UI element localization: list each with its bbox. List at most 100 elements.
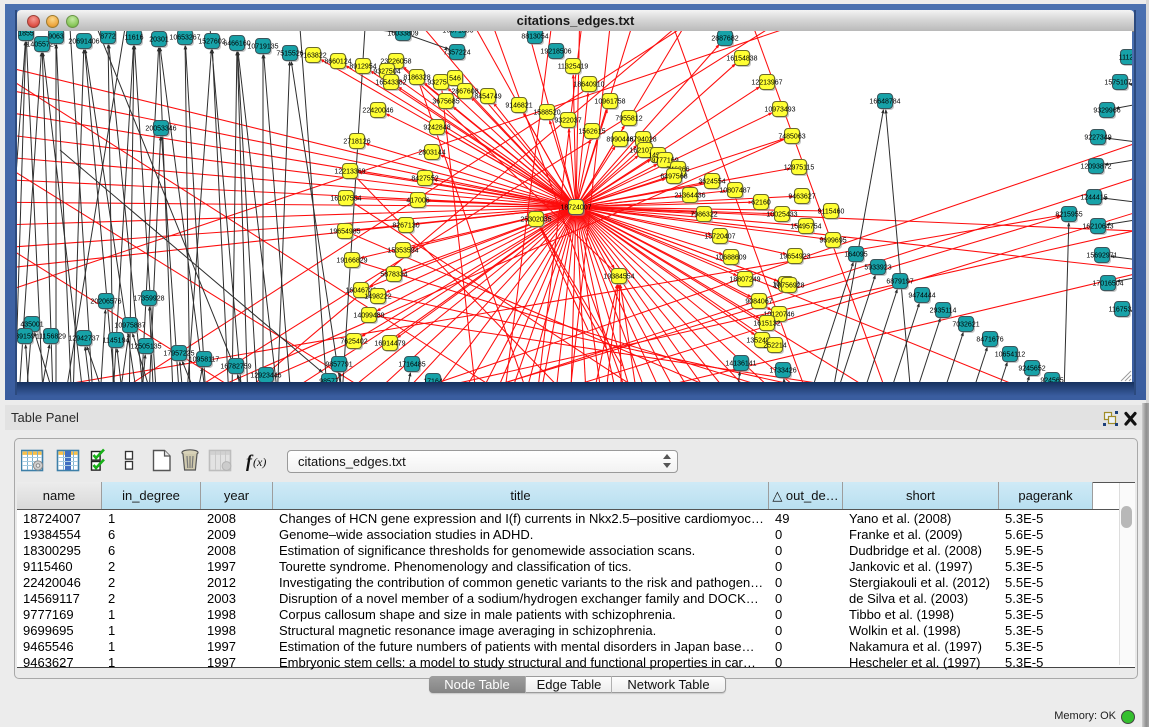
svg-text:8427552: 8427552 bbox=[411, 176, 438, 183]
svg-text:8215955: 8215955 bbox=[1055, 212, 1082, 219]
svg-text:8772: 8772 bbox=[100, 34, 116, 41]
svg-text:62160: 62160 bbox=[751, 200, 771, 207]
svg-text:2935114: 2935114 bbox=[930, 308, 957, 315]
svg-text:10961758: 10961758 bbox=[594, 99, 625, 106]
svg-text:20691406: 20691406 bbox=[68, 39, 99, 46]
svg-text:10719135: 10719135 bbox=[247, 44, 278, 51]
svg-text:9857791: 9857791 bbox=[325, 362, 352, 369]
svg-text:9084067: 9084067 bbox=[745, 299, 772, 306]
svg-text:14136141: 14136141 bbox=[725, 361, 756, 368]
svg-text:16648784: 16648784 bbox=[869, 99, 900, 106]
svg-text:7955812: 7955812 bbox=[615, 116, 642, 123]
svg-text:10975887: 10975887 bbox=[114, 323, 145, 330]
svg-text:9474444: 9474444 bbox=[908, 293, 935, 300]
svg-text:15353594: 15353594 bbox=[387, 248, 418, 255]
svg-text:19654985: 19654985 bbox=[329, 229, 360, 236]
svg-text:1167533: 1167533 bbox=[1109, 307, 1132, 314]
svg-text:12942737: 12942737 bbox=[68, 336, 99, 343]
svg-text:9146821: 9146821 bbox=[505, 103, 532, 110]
svg-text:10688609: 10688609 bbox=[715, 255, 746, 262]
svg-text:1562615: 1562615 bbox=[578, 129, 605, 136]
svg-text:17359928: 17359928 bbox=[133, 296, 164, 303]
svg-text:9242848: 9242848 bbox=[423, 125, 450, 132]
svg-text:5878334: 5878334 bbox=[380, 272, 407, 279]
svg-text:19654923: 19654923 bbox=[779, 254, 810, 261]
svg-text:1615132: 1615132 bbox=[753, 321, 780, 328]
svg-text:15495754: 15495754 bbox=[790, 224, 821, 231]
svg-text:7163822: 7163822 bbox=[299, 53, 326, 60]
svg-text:10958117: 10958117 bbox=[189, 357, 220, 364]
svg-text:9329966: 9329966 bbox=[1093, 108, 1120, 115]
svg-text:1588520: 1588520 bbox=[533, 110, 560, 117]
svg-text:9322037: 9322037 bbox=[554, 118, 581, 125]
svg-text:14099489: 14099489 bbox=[353, 313, 384, 320]
svg-text:10025433: 10025433 bbox=[766, 212, 797, 219]
svg-text:2718126: 2718126 bbox=[343, 139, 370, 146]
svg-text:22420046: 22420046 bbox=[362, 108, 393, 115]
svg-text:3624554: 3624554 bbox=[698, 179, 725, 186]
svg-text:2887682: 2887682 bbox=[711, 36, 738, 43]
svg-text:10653267: 10653267 bbox=[169, 35, 200, 42]
svg-text:7485063: 7485063 bbox=[778, 134, 805, 141]
svg-text:10654112: 10654112 bbox=[995, 352, 1026, 359]
svg-text:10807487: 10807487 bbox=[719, 188, 750, 195]
svg-text:20301: 20301 bbox=[149, 37, 169, 44]
svg-text:1855: 1855 bbox=[18, 31, 34, 38]
svg-text:19166829: 19166829 bbox=[336, 258, 367, 265]
svg-text:12975115: 12975115 bbox=[784, 165, 815, 172]
svg-text:11616: 11616 bbox=[125, 35, 144, 42]
svg-text:16154838: 16154838 bbox=[726, 56, 757, 63]
svg-text:11156829: 11156829 bbox=[36, 334, 66, 341]
svg-text:164095: 164095 bbox=[844, 252, 867, 259]
svg-text:18724007: 18724007 bbox=[560, 205, 591, 212]
svg-text:39159: 39159 bbox=[17, 334, 35, 341]
svg-text:10973493: 10973493 bbox=[764, 107, 795, 114]
svg-text:1145194: 1145194 bbox=[103, 338, 130, 345]
svg-text:17164: 17164 bbox=[423, 379, 443, 383]
svg-text:16914479: 16914479 bbox=[374, 341, 405, 348]
svg-text:16543382: 16543382 bbox=[375, 80, 406, 87]
svg-text:15692971: 15692971 bbox=[1086, 253, 1117, 260]
svg-text:9245652: 9245652 bbox=[1018, 366, 1045, 373]
svg-text:20053346: 20053346 bbox=[145, 126, 176, 133]
svg-text:12213967: 12213967 bbox=[751, 80, 782, 87]
svg-text:7625402: 7625402 bbox=[340, 339, 367, 346]
svg-text:8454749: 8454749 bbox=[474, 94, 501, 101]
svg-text:21364436: 21364436 bbox=[674, 193, 705, 200]
svg-text:15720407: 15720407 bbox=[704, 234, 735, 241]
svg-text:20206576: 20206576 bbox=[90, 299, 121, 306]
svg-text:18640910: 18640910 bbox=[573, 82, 604, 89]
svg-text:417006: 417006 bbox=[406, 198, 429, 205]
svg-text:6879197: 6879197 bbox=[886, 279, 913, 286]
svg-text:12213369: 12213369 bbox=[334, 169, 365, 176]
svg-text:(x): (x) bbox=[253, 455, 266, 469]
svg-text:2803144: 2803144 bbox=[418, 150, 445, 157]
svg-text:12923446: 12923446 bbox=[250, 373, 281, 380]
svg-text:1527602: 1527602 bbox=[198, 39, 225, 46]
svg-text:1716485: 1716485 bbox=[398, 362, 425, 369]
svg-text:1733426: 1733426 bbox=[769, 368, 796, 375]
svg-text:18807249: 18807249 bbox=[729, 277, 760, 284]
svg-text:8660124: 8660124 bbox=[324, 59, 351, 66]
svg-text:7357224: 7357224 bbox=[443, 50, 470, 57]
svg-text:19218506: 19218506 bbox=[540, 49, 571, 56]
svg-text:12093872: 12093872 bbox=[1080, 164, 1111, 171]
svg-text:252214: 252214 bbox=[763, 343, 786, 350]
svg-text:924565: 924565 bbox=[1040, 378, 1063, 383]
svg-text:9115460: 9115460 bbox=[818, 209, 845, 216]
svg-text:11325419: 11325419 bbox=[558, 64, 589, 71]
svg-text:7032621: 7032621 bbox=[952, 322, 979, 329]
svg-text:8813054: 8813054 bbox=[521, 34, 548, 41]
svg-text:435001: 435001 bbox=[20, 322, 43, 329]
svg-text:8471676: 8471676 bbox=[976, 337, 1003, 344]
svg-text:3675685: 3675685 bbox=[432, 99, 459, 106]
svg-text:5933923: 5933923 bbox=[864, 265, 891, 272]
svg-text:546: 546 bbox=[449, 76, 461, 83]
svg-text:98577: 98577 bbox=[319, 379, 339, 383]
svg-text:17016504: 17016504 bbox=[1092, 281, 1123, 288]
svg-text:9227349: 9227349 bbox=[1084, 135, 1111, 142]
svg-text:1498222: 1498222 bbox=[364, 294, 391, 301]
svg-text:12505135: 12505135 bbox=[130, 344, 161, 351]
svg-text:25302035: 25302035 bbox=[520, 217, 551, 224]
svg-text:10756928: 10756928 bbox=[773, 283, 804, 290]
